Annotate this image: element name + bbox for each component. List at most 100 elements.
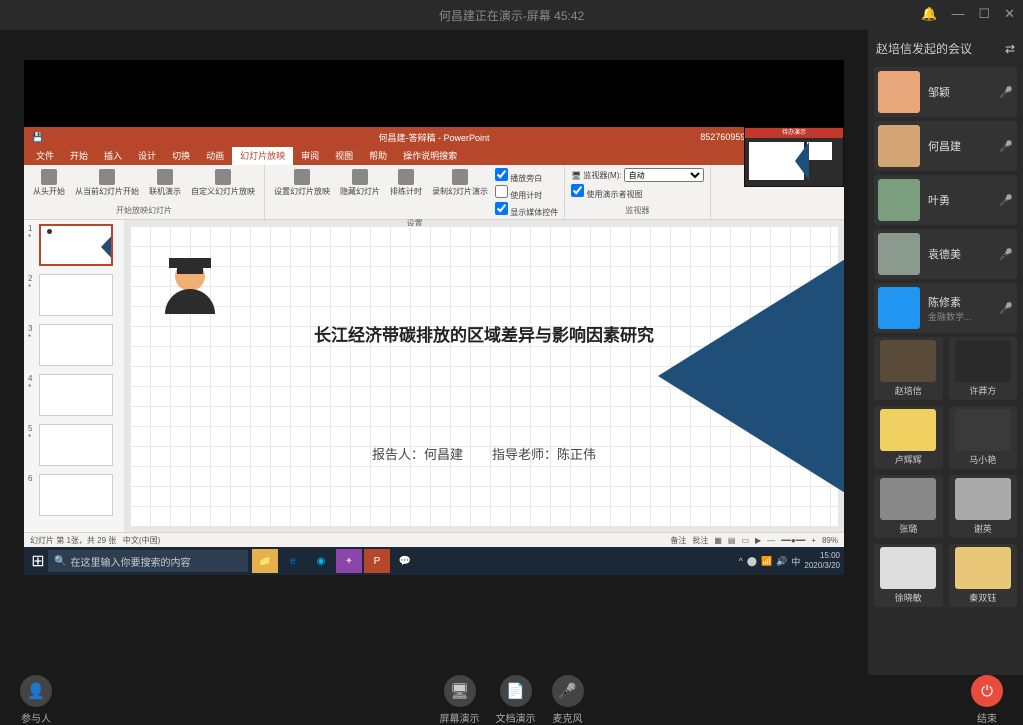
mic-icon[interactable]: 🎤: [999, 86, 1013, 99]
screen-share-icon: 🖥: [444, 675, 476, 707]
participants-panel: 赵培信发起的会议 ⇄ 邹颖 🎤 何昌建 🎤 叶勇 🎤 袁德美 🎤: [868, 30, 1023, 675]
participant-grid-cell[interactable]: 赵培信: [874, 337, 943, 400]
slide-thumb-4[interactable]: 4*: [24, 370, 124, 420]
participant-grid-cell[interactable]: 许莽方: [949, 337, 1018, 400]
tab-review[interactable]: 审阅: [293, 147, 327, 165]
slide-canvas[interactable]: 长江经济带碳排放的区域差异与影响因素研究 报告人：何昌建 指导老师：陈正伟: [130, 226, 838, 526]
microphone-icon: 🎤: [552, 675, 584, 707]
start-button[interactable]: ⊞: [28, 551, 48, 571]
close-button[interactable]: ✕: [1004, 6, 1015, 22]
participant-row[interactable]: 叶勇 🎤: [874, 175, 1017, 225]
ribbon-rehearse[interactable]: 排练计时: [387, 168, 425, 218]
participant-grid-cell[interactable]: 马小艳: [949, 406, 1018, 469]
ribbon-from-current[interactable]: 从当前幻灯片开始: [72, 168, 142, 198]
avatar: [878, 125, 920, 167]
tab-slideshow[interactable]: 幻灯片放映: [232, 147, 293, 165]
ppt-save-icon[interactable]: 💾: [32, 132, 43, 143]
ribbon-online-present[interactable]: 联机演示: [146, 168, 184, 198]
mic-icon[interactable]: 🎤: [999, 248, 1013, 261]
tab-home[interactable]: 开始: [62, 147, 96, 165]
participant-row[interactable]: 邹颖 🎤: [874, 67, 1017, 117]
participant-grid-cell[interactable]: 张璐: [874, 475, 943, 538]
ribbon-hide-slide[interactable]: 隐藏幻灯片: [337, 168, 383, 218]
tray-chevron-up-icon[interactable]: ^: [739, 556, 743, 566]
participants-button[interactable]: 👤 参与人: [20, 675, 52, 725]
presenter-mini-title: 待办演示: [745, 128, 843, 138]
taskbar-search[interactable]: 🔍 在这里输入你要搜索的内容: [48, 550, 248, 572]
ribbon-record[interactable]: 录制幻灯片演示: [429, 168, 491, 218]
view-reading-icon[interactable]: ▭: [741, 536, 749, 545]
ribbon-custom-slideshow[interactable]: 自定义幻灯片放映: [188, 168, 258, 198]
zoom-level[interactable]: 89%: [822, 536, 838, 545]
avatar: [955, 409, 1011, 451]
participant-row[interactable]: 何昌建 🎤: [874, 121, 1017, 171]
view-slideshow-icon[interactable]: ▶: [755, 536, 761, 545]
tab-file[interactable]: 文件: [28, 147, 62, 165]
tab-tell-me[interactable]: 操作说明搜索: [395, 147, 465, 165]
view-normal-icon[interactable]: ▦: [714, 536, 722, 545]
tray-network-icon[interactable]: 📶: [761, 556, 772, 567]
tray-icon[interactable]: ⬤: [747, 556, 757, 567]
taskbar-wechat-icon[interactable]: 💬: [392, 549, 418, 573]
minimize-button[interactable]: —: [951, 6, 964, 22]
tray-ime-icon[interactable]: 中: [791, 555, 800, 568]
screen-share-button[interactable]: 🖥 屏幕演示: [440, 675, 480, 725]
slide-thumb-1[interactable]: 1*: [24, 220, 124, 270]
avatar: [880, 547, 936, 589]
slide-thumb-6[interactable]: 6: [24, 470, 124, 520]
doc-share-button[interactable]: 📄 文档演示: [496, 675, 536, 725]
taskbar-app-icon-2[interactable]: ✦: [336, 549, 362, 573]
mic-icon[interactable]: 🎤: [999, 302, 1013, 315]
participant-name: 张璐: [899, 522, 917, 535]
participant-row[interactable]: 陈修素 金融数学... 🎤: [874, 283, 1017, 333]
slide-thumb-5[interactable]: 5*: [24, 420, 124, 470]
participant-row[interactable]: 袁德美 🎤: [874, 229, 1017, 279]
slide-thumbnails-panel[interactable]: 1* 2* 3* 4* 5* 6: [24, 220, 124, 532]
participant-grid-cell[interactable]: 徐晓敏: [874, 544, 943, 607]
taskbar-explorer-icon[interactable]: 📁: [252, 549, 278, 573]
microphone-button[interactable]: 🎤 麦克风: [552, 675, 584, 725]
chk-play-narration[interactable]: 播放旁白: [495, 168, 558, 184]
tray-volume-icon[interactable]: 🔊: [776, 556, 787, 567]
tab-insert[interactable]: 插入: [96, 147, 130, 165]
slide-thumb-3[interactable]: 3*: [24, 320, 124, 370]
mic-icon[interactable]: 🎤: [999, 194, 1013, 207]
participant-name: 卢辉辉: [895, 453, 922, 466]
language-indicator[interactable]: 中文(中国): [123, 536, 160, 545]
participant-grid-cell[interactable]: 谢英: [949, 475, 1018, 538]
chk-media-controls[interactable]: 显示媒体控件: [495, 202, 558, 218]
avatar: [955, 547, 1011, 589]
monitor-dropdown[interactable]: 自动: [624, 168, 704, 182]
tab-help[interactable]: 帮助: [361, 147, 395, 165]
chk-presenter-view[interactable]: 使用演示者视图: [571, 184, 703, 200]
tab-animations[interactable]: 动画: [198, 147, 232, 165]
chk-use-timings[interactable]: 使用计时: [495, 185, 558, 201]
taskbar-app-icon-1[interactable]: ◉: [308, 549, 334, 573]
ribbon-from-beginning[interactable]: 从头开始: [30, 168, 68, 198]
zoom-slider[interactable]: ━━●━━: [781, 536, 805, 545]
taskbar-powerpoint-icon[interactable]: P: [364, 549, 390, 573]
end-meeting-button[interactable]: ⏻ 结束: [971, 675, 1003, 725]
participant-name: 袁德美: [928, 246, 991, 262]
participant-grid-cell[interactable]: 卢辉辉: [874, 406, 943, 469]
tab-transitions[interactable]: 切换: [164, 147, 198, 165]
monitor-select[interactable]: 🖥 监视器(M): 自动: [571, 168, 703, 182]
maximize-button[interactable]: ☐: [978, 6, 990, 22]
view-sorter-icon[interactable]: ▤: [728, 536, 736, 545]
taskbar-edge-icon[interactable]: e: [280, 549, 306, 573]
slide-thumb-2[interactable]: 2*: [24, 270, 124, 320]
tab-view[interactable]: 视图: [327, 147, 361, 165]
search-placeholder: 在这里输入你要搜索的内容: [70, 554, 190, 569]
notification-icon[interactable]: 🔔: [921, 6, 937, 22]
slide-subtitle: 报告人：何昌建 指导老师：陈正伟: [372, 444, 596, 463]
mic-icon[interactable]: 🎤: [999, 140, 1013, 153]
taskbar-clock[interactable]: 15:00 2020/3/20: [804, 551, 840, 571]
presenter-view-window[interactable]: 待办演示: [744, 127, 844, 187]
ppt-ribbon: 从头开始 从当前幻灯片开始 联机演示 自定义幻灯片放映 开始放映幻灯片 设置幻灯…: [24, 165, 844, 220]
expand-icon[interactable]: ⇄: [1005, 42, 1015, 56]
comments-button[interactable]: 批注: [692, 535, 708, 546]
participant-grid-cell[interactable]: 秦双钰: [949, 544, 1018, 607]
notes-button[interactable]: 备注: [670, 535, 686, 546]
tab-design[interactable]: 设计: [130, 147, 164, 165]
ribbon-setup-slideshow[interactable]: 设置幻灯片放映: [271, 168, 333, 218]
